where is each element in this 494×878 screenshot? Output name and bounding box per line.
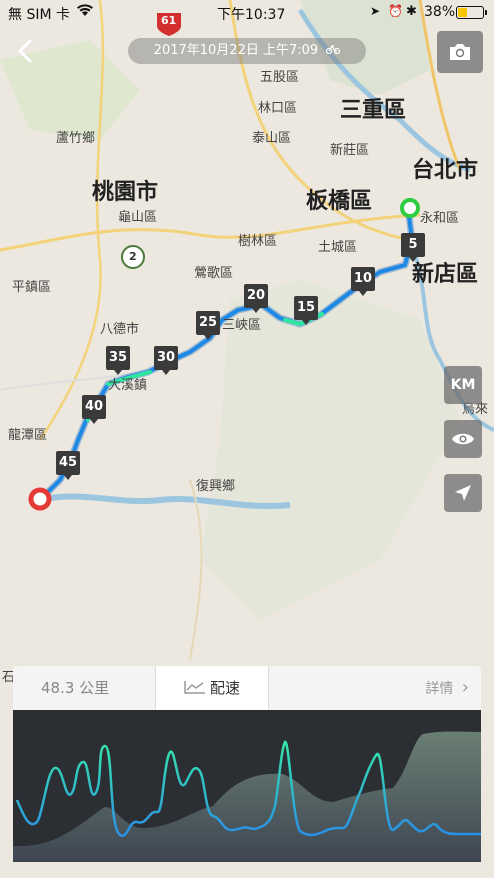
camera-button[interactable] (437, 31, 483, 73)
km-marker-40: 40 (82, 395, 106, 424)
ride-date-pill: 2017年10月22日 上午7:09 (128, 38, 366, 64)
location-status-icon: ➤ (370, 4, 381, 18)
status-bar: 無 SIM 卡 下午10:37 ➤ ⏰ ✱ 38% (0, 0, 494, 26)
map-label-sanchong: 三重區 (340, 98, 407, 123)
start-point (400, 198, 420, 218)
pace-chart (13, 710, 481, 862)
map-label-linkou: 林口區 (258, 101, 298, 116)
map-label-xinzhuang: 新莊區 (330, 143, 370, 158)
map-label-sanxia: 三峽區 (222, 318, 262, 333)
alarm-icon: ⏰ (388, 4, 403, 18)
map-label-xindian: 新店區 (412, 262, 479, 287)
map-label-luzhu: 蘆竹鄉 (56, 131, 96, 146)
elevation-area (13, 731, 481, 862)
map-label-taipei: 台北市 (412, 158, 479, 183)
km-marker-10: 10 (351, 267, 375, 296)
map-label-banqiao: 板橋區 (306, 189, 373, 214)
map-label-taishan: 泰山區 (252, 131, 292, 146)
km-marker-30: 30 (154, 346, 178, 375)
km-marker-5: 5 (401, 233, 425, 262)
chevron-left-icon (18, 39, 32, 63)
map-label-yonghe: 永和區 (420, 211, 460, 226)
visibility-toggle-button[interactable] (444, 420, 482, 458)
tab-distance[interactable]: 48.3 公里 (41, 666, 109, 710)
map-label-taoyuan: 桃園市 (92, 180, 159, 205)
bluetooth-icon: ✱ (406, 4, 417, 19)
map-label-wugu: 五股區 (260, 70, 300, 85)
tab-pace-label: 配速 (209, 679, 240, 697)
map-label-daxi: 大溪鎮 (108, 378, 148, 393)
wifi-icon (76, 3, 94, 21)
end-point (28, 487, 52, 511)
details-label: 詳情 (425, 681, 454, 697)
ride-date-text: 2017年10月22日 上午7:09 (153, 43, 319, 58)
bike-icon (326, 43, 341, 58)
battery-percent: 38% (424, 4, 456, 20)
km-marker-25: 25 (196, 311, 220, 340)
stats-panel: 48.3 公里 配速 詳情 › (13, 666, 481, 862)
back-button[interactable] (10, 38, 40, 68)
map-label-guishan: 龜山區 (118, 210, 158, 225)
clock-label: 下午10:37 (217, 7, 286, 23)
map-label-fuxing: 復興鄉 (196, 479, 236, 494)
map-label-pingzhen: 平鎮區 (12, 280, 52, 295)
camera-icon (450, 44, 470, 60)
km-marker-35: 35 (106, 346, 130, 375)
pace-chart-icon (184, 667, 206, 711)
tab-pace[interactable]: 配速 (155, 666, 269, 710)
km-marker-20: 20 (244, 284, 268, 313)
chevron-right-icon: › (461, 677, 469, 698)
km-marker-15: 15 (294, 296, 318, 325)
battery-icon (456, 6, 487, 19)
map-label-longtan: 龍潭區 (8, 428, 48, 443)
navigation-arrow-icon (455, 485, 471, 501)
units-toggle-button[interactable]: KM (444, 366, 482, 404)
details-link[interactable]: 詳情 › (425, 666, 469, 710)
stats-tab-bar: 48.3 公里 配速 詳情 › (13, 666, 481, 710)
route-2-label: 2 (129, 250, 137, 263)
carrier-label: 無 SIM 卡 (8, 7, 70, 23)
map-label-tucheng: 土城區 (318, 240, 358, 255)
map-label-yingge: 鶯歌區 (194, 266, 234, 281)
locate-button[interactable] (444, 474, 482, 512)
eye-icon (452, 433, 474, 445)
map-label-shulin: 樹林區 (238, 234, 278, 249)
map-label-bade: 八德市 (100, 322, 140, 337)
km-marker-45: 45 (56, 451, 80, 480)
